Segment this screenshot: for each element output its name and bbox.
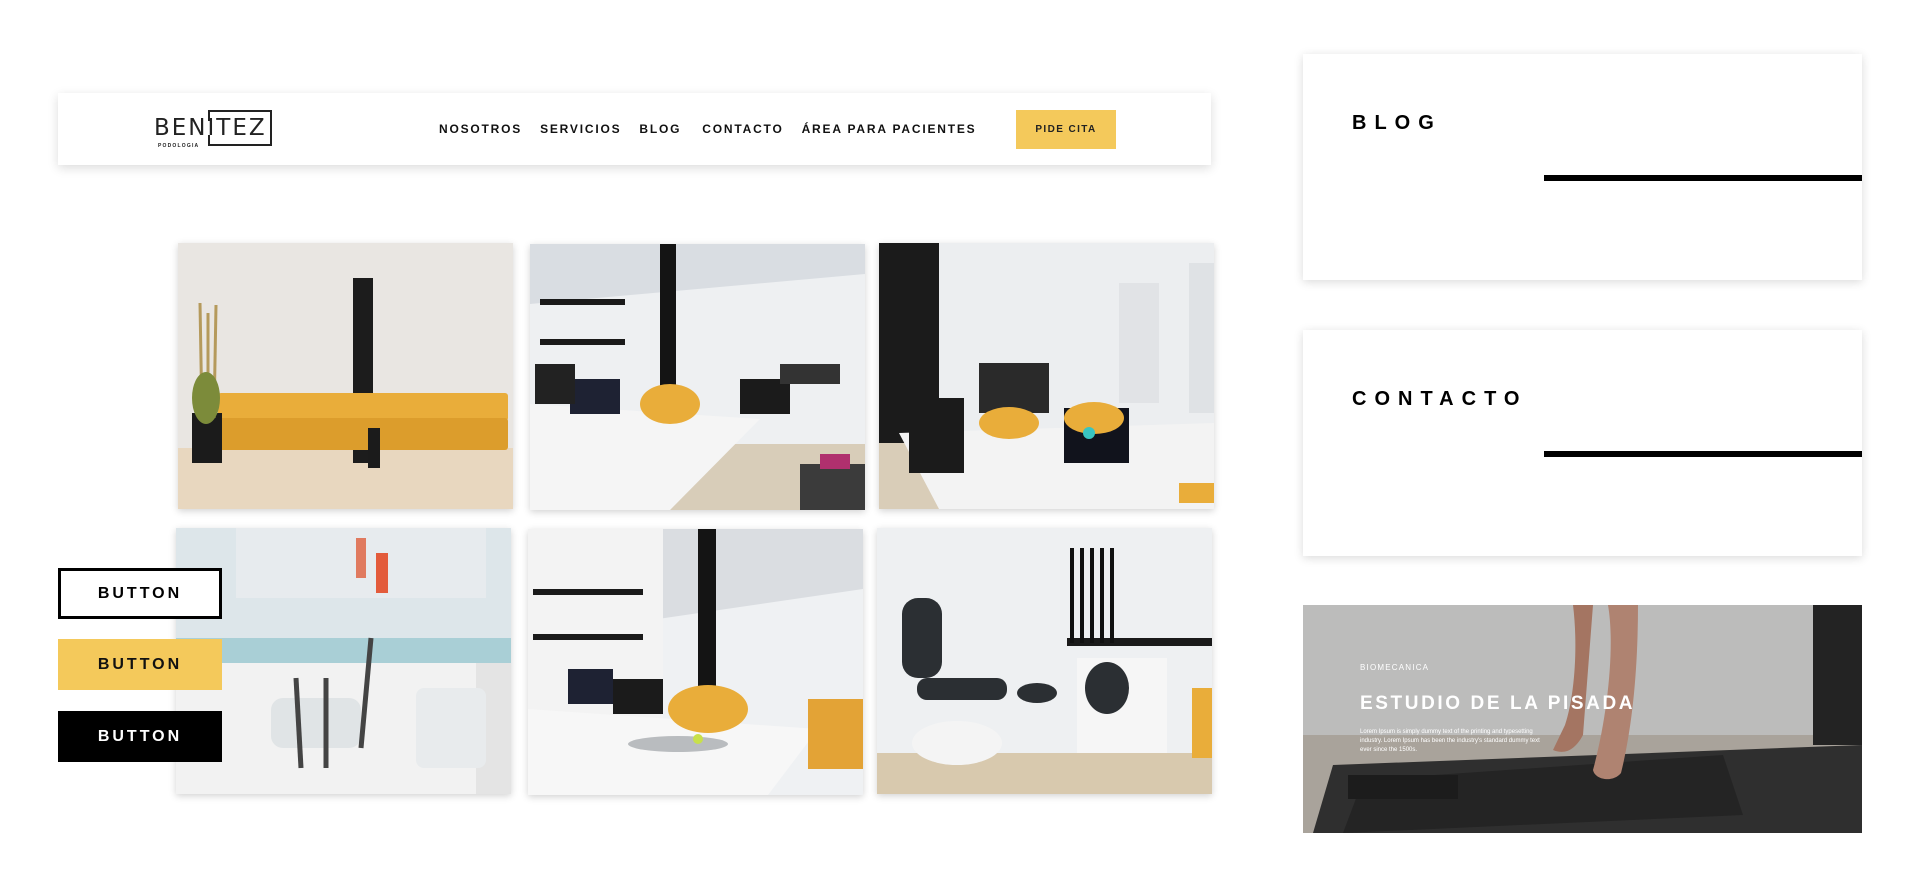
nav-item-servicios[interactable]: SERVICIOS: [540, 122, 621, 136]
photo-clinic-desk-monitor: [528, 529, 863, 795]
blog-card[interactable]: BLOG: [1303, 54, 1862, 280]
feature-body: Lorem Ipsum is simply dummy text of the …: [1360, 729, 1540, 753]
contact-card-title: CONTACTO: [1352, 388, 1528, 410]
benitez-logo[interactable]: BENITEZ PODOLOGIA: [154, 110, 276, 150]
photo-biomechanics-room: [879, 243, 1214, 509]
photo-clinic-desk-treadmill: [530, 244, 865, 510]
pide-cita-button[interactable]: PIDE CITA: [1016, 110, 1116, 149]
nav-item-blog[interactable]: BLOG: [639, 122, 681, 136]
contact-card[interactable]: CONTACTO: [1303, 330, 1862, 556]
logo-subtitle: PODOLOGIA: [158, 143, 200, 149]
photo-treatment-chair: [877, 528, 1212, 794]
photo-instrument-tray: [176, 528, 511, 794]
logo-wordmark: BENITEZ: [154, 115, 267, 141]
main-nav: NOSOTROS SERVICIOS BLOG CONTACTO ÁREA PA…: [439, 93, 994, 165]
feature-eyebrow: BIOMECANICA: [1360, 663, 1430, 672]
nav-item-area-pacientes[interactable]: ÁREA PARA PACIENTES: [802, 122, 977, 136]
blog-card-rule: [1544, 175, 1862, 181]
outline-button[interactable]: BUTTON: [58, 568, 222, 619]
yellow-button[interactable]: BUTTON: [58, 639, 222, 690]
photo-waiting-room: [178, 243, 513, 509]
black-button[interactable]: BUTTON: [58, 711, 222, 762]
contact-card-rule: [1544, 451, 1862, 457]
feature-title: ESTUDIO DE LA PISADA: [1360, 693, 1636, 714]
feature-background-image: [1303, 605, 1862, 833]
nav-item-nosotros[interactable]: NOSOTROS: [439, 122, 522, 136]
nav-item-contacto[interactable]: CONTACTO: [702, 122, 783, 136]
feature-card-pisada[interactable]: BIOMECANICA ESTUDIO DE LA PISADA Lorem I…: [1303, 605, 1862, 833]
site-header: BENITEZ PODOLOGIA NOSOTROS SERVICIOS BLO…: [58, 93, 1211, 165]
blog-card-title: BLOG: [1352, 112, 1442, 134]
